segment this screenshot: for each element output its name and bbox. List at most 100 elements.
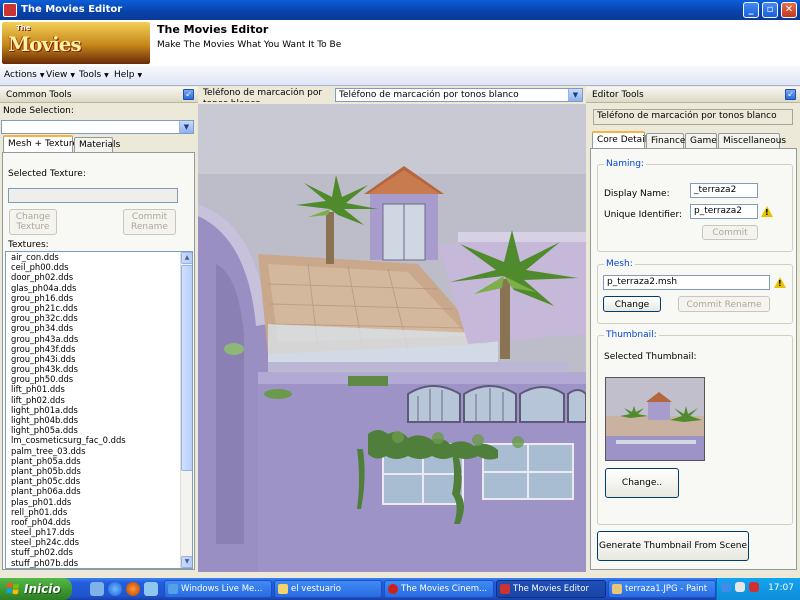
collapse-right-icon[interactable]: ↙ (785, 89, 796, 100)
menu-help[interactable]: Help ▼ (114, 70, 142, 80)
object-select[interactable]: Teléfono de marcación por tonos blanco ▼ (335, 88, 583, 102)
tab-game[interactable]: Game (685, 133, 717, 149)
texture-list-item[interactable]: grou_ph32c.dds (6, 313, 192, 323)
texture-list-item[interactable]: plant_ph06a.dds (6, 486, 192, 496)
restore-button[interactable]: ▫ (762, 2, 778, 18)
object-bar: Teléfono de marcación por tonos blanco T… (198, 87, 586, 104)
texture-list-item[interactable]: rell_ph01.dds (6, 507, 192, 517)
texture-list-item[interactable]: grou_ph43a.dds (6, 334, 192, 344)
texture-list-item[interactable]: plant_ph05c.dds (6, 476, 192, 486)
core-details-pane: Naming: Display Name: _terraza2 Unique I… (590, 148, 797, 570)
menu-view[interactable]: View ▼ (46, 70, 75, 80)
start-button[interactable]: Inicio (0, 578, 72, 600)
texture-list-item[interactable]: air_con.dds (6, 252, 192, 262)
tab-miscellaneous[interactable]: Miscellaneous (718, 133, 786, 149)
ie-icon[interactable] (108, 582, 122, 596)
task-label: Windows Live Me... (181, 584, 263, 594)
window-title: The Movies Editor (21, 4, 123, 15)
mesh-textures-pane: Selected Texture: Change Texture Commit … (2, 152, 195, 570)
title-bar[interactable]: The Movies Editor _ ▫ ✕ (0, 0, 800, 20)
scroll-up-icon[interactable]: ▲ (181, 252, 192, 264)
media-player-icon[interactable] (126, 582, 140, 596)
generate-thumbnail-button[interactable]: Generate Thumbnail From Scene (597, 531, 749, 561)
texture-list-item[interactable]: ceil_ph00.dds (6, 262, 192, 272)
texture-list-item[interactable]: plant_ph05b.dds (6, 466, 192, 476)
tab-core-details[interactable]: Core Details (592, 131, 652, 149)
naming-group: Naming: Display Name: _terraza2 Unique I… (597, 159, 793, 252)
security-icon[interactable] (749, 582, 759, 592)
change-texture-button[interactable]: Change Texture (9, 209, 57, 235)
windows-flag-icon (6, 582, 19, 595)
texture-list-item[interactable]: plas_ph01.dds (6, 497, 192, 507)
chevron-down-icon[interactable]: ▼ (568, 89, 582, 101)
texture-list-item[interactable]: grou_ph43k.dds (6, 364, 192, 374)
texture-list-item[interactable]: grou_ph16.dds (6, 293, 192, 303)
scene-render (198, 104, 586, 572)
task-el-vestuario[interactable]: el vestuario (274, 580, 382, 598)
textures-scrollbar[interactable]: ▲ ▼ (180, 252, 192, 568)
texture-list-item[interactable]: grou_ph21c.dds (6, 303, 192, 313)
opera-icon (388, 584, 398, 594)
selected-texture-field[interactable] (8, 188, 178, 203)
tab-mesh-textures[interactable]: Mesh + Textures (3, 135, 83, 153)
texture-list-item[interactable]: stuff_ph07b.dds (6, 558, 192, 568)
folder-icon (278, 584, 288, 594)
texture-list-item[interactable]: door_ph02.dds (6, 272, 192, 282)
app-icon (500, 584, 510, 594)
display-name-input[interactable]: _terraza2 (690, 183, 758, 198)
naming-label: Naming: (604, 159, 646, 169)
common-tools-header: Common Tools ↙ (0, 87, 198, 103)
texture-list-item[interactable]: grou_ph43f.dds (6, 344, 192, 354)
menu-tools[interactable]: Tools ▼ (79, 70, 109, 80)
change-mesh-button[interactable]: Change (603, 296, 661, 312)
messenger-icon (168, 584, 178, 594)
texture-list-item[interactable]: roof_ph04.dds (6, 517, 192, 527)
tab-materials[interactable]: Materials (74, 137, 120, 153)
selected-thumbnail-label: Selected Thumbnail: (604, 352, 697, 362)
change-thumbnail-button[interactable]: Change.. (605, 468, 679, 498)
commit-button[interactable]: Commit (702, 225, 758, 240)
tab-finance[interactable]: Finance (646, 133, 685, 149)
scroll-down-icon[interactable]: ▼ (181, 556, 192, 568)
texture-list-item[interactable]: glas_ph04a.dds (6, 283, 192, 293)
logo-small-text: The (16, 24, 31, 32)
texture-list-item[interactable]: lift_ph01.dds (6, 384, 192, 394)
texture-list-item[interactable]: light_ph05a.dds (6, 425, 192, 435)
network-icon[interactable] (721, 582, 731, 592)
quicklaunch-icon[interactable] (144, 582, 158, 596)
mesh-group: Mesh: p_terraza2.msh ! Change Commit Ren… (597, 259, 793, 324)
mesh-input[interactable]: p_terraza2.msh (603, 275, 770, 290)
task-movies-cinema[interactable]: The Movies Cinem... (384, 580, 494, 598)
app-header: The Movies The Movies Editor Make The Mo… (0, 20, 800, 66)
texture-list-item[interactable]: steel_ph24c.dds (6, 537, 192, 547)
texture-list-item[interactable]: lm_cosmeticsurg_fac_0.dds (6, 435, 192, 445)
commit-rename-mesh-button[interactable]: Commit Rename (678, 296, 770, 312)
collapse-left-icon[interactable]: ↙ (183, 89, 194, 100)
task-paint[interactable]: terraza1.JPG - Paint (608, 580, 716, 598)
minimize-button[interactable]: _ (743, 2, 759, 18)
scroll-thumb[interactable] (181, 265, 192, 471)
chevron-down-icon[interactable]: ▼ (179, 121, 193, 133)
texture-list-item[interactable]: stuff_ph02.dds (6, 547, 192, 557)
textures-list[interactable]: air_con.dds ceil_ph00.dds door_ph02.dds gla… (5, 251, 193, 569)
3d-viewport[interactable] (198, 104, 586, 572)
texture-list-item[interactable]: light_ph01a.dds (6, 405, 192, 415)
unique-identifier-input[interactable]: p_terraza2 (690, 204, 758, 219)
texture-list-item[interactable]: light_ph04b.dds (6, 415, 192, 425)
texture-list-item[interactable]: palm_tree_03.dds (6, 446, 192, 456)
texture-list-item[interactable]: grou_ph50.dds (6, 374, 192, 384)
task-movies-editor[interactable]: The Movies Editor (496, 580, 606, 598)
commit-rename-button[interactable]: Commit Rename (123, 209, 176, 235)
texture-list-item[interactable]: grou_ph34.dds (6, 323, 192, 333)
task-windows-live[interactable]: Windows Live Me... (164, 580, 272, 598)
close-button[interactable]: ✕ (781, 2, 797, 18)
texture-list-item[interactable]: plant_ph05a.dds (6, 456, 192, 466)
menu-actions[interactable]: Actions ▼ (4, 70, 45, 80)
show-desktop-icon[interactable] (90, 582, 104, 596)
texture-list-item[interactable]: steel_ph17.dds (6, 527, 192, 537)
volume-icon[interactable] (735, 582, 745, 592)
texture-list-item[interactable]: lift_ph02.dds (6, 395, 192, 405)
editor-tools-panel: Editor Tools ↙ Teléfono de marcación por… (586, 87, 800, 571)
texture-list-item[interactable]: grou_ph43i.dds (6, 354, 192, 364)
node-selection-combo[interactable]: ▼ (1, 120, 194, 134)
